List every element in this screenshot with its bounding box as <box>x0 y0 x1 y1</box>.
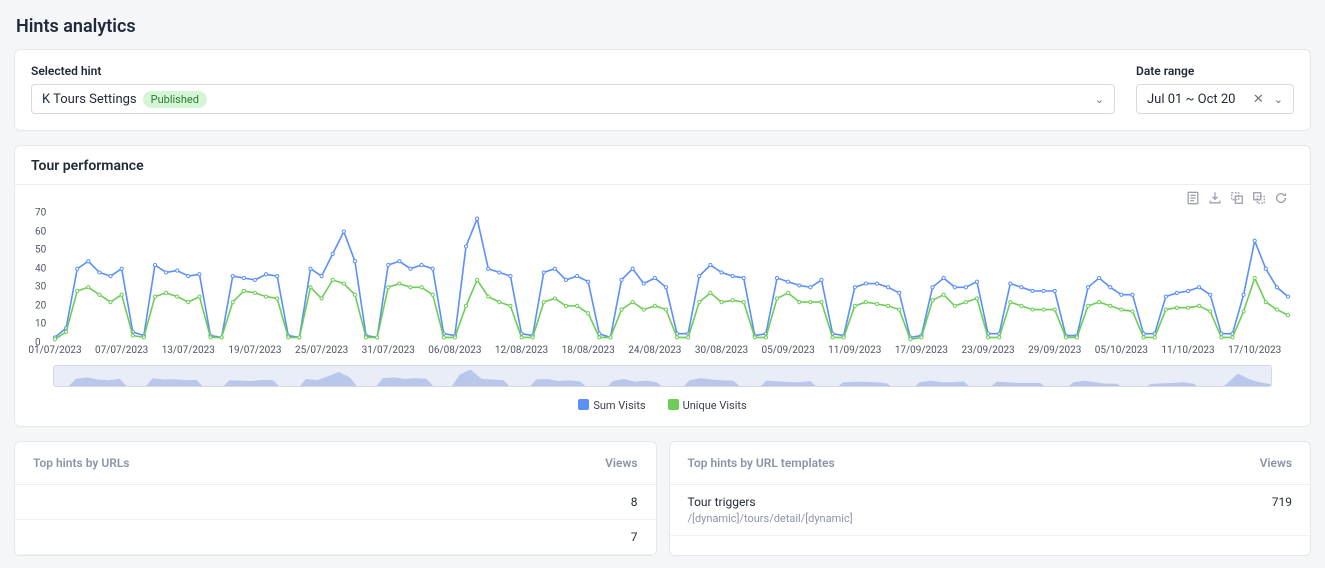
y-tick: 60 <box>35 226 46 237</box>
reset-zoom-icon[interactable] <box>1252 191 1266 208</box>
row-views: 719 <box>1272 495 1292 525</box>
y-tick: 10 <box>35 319 46 330</box>
table-views-header: Views <box>1260 456 1292 470</box>
table-row[interactable]: 8 <box>15 485 656 520</box>
x-tick: 05/10/2023 <box>1095 345 1148 356</box>
x-tick: 24/08/2023 <box>628 345 681 356</box>
table-views-header: Views <box>605 456 637 470</box>
x-tick: 12/08/2023 <box>495 345 548 356</box>
legend-sum-label: Sum Visits <box>593 399 645 412</box>
table-row[interactable]: Tour triggers /[dynamic]/tours/detail/[dy… <box>670 485 1311 536</box>
x-tick: 11/10/2023 <box>1161 345 1214 356</box>
date-range-value: Jul 01 ~ Oct 20 <box>1147 92 1235 107</box>
x-tick: 11/09/2023 <box>828 345 881 356</box>
x-tick: 19/07/2023 <box>228 345 281 356</box>
refresh-icon[interactable] <box>1274 191 1288 208</box>
y-tick: 40 <box>35 263 46 274</box>
chart-title: Tour performance <box>15 146 1310 185</box>
x-tick: 18/08/2023 <box>562 345 615 356</box>
chart-toolbar <box>1186 191 1288 208</box>
chevron-down-icon: ⌄ <box>1274 93 1283 106</box>
row-views: 8 <box>631 495 638 509</box>
x-tick: 17/09/2023 <box>895 345 948 356</box>
x-tick: 25/07/2023 <box>295 345 348 356</box>
x-tick: 29/09/2023 <box>1028 345 1081 356</box>
x-tick: 06/08/2023 <box>428 345 481 356</box>
table-row[interactable]: 7 <box>15 520 656 555</box>
range-brush[interactable] <box>53 365 1272 387</box>
x-tick: 31/07/2023 <box>362 345 415 356</box>
x-tick: 30/08/2023 <box>695 345 748 356</box>
chart-card: Tour performance 010203040506070 01/07/2… <box>14 145 1311 427</box>
x-tick: 17/10/2023 <box>1228 345 1281 356</box>
row-subtitle: /[dynamic]/tours/detail/[dynamic] <box>688 512 853 525</box>
filter-bar: Selected hint K Tours Settings Published… <box>14 49 1311 131</box>
selected-hint-dropdown[interactable]: K Tours Settings Published ⌄ <box>31 84 1115 114</box>
area-zoom-icon[interactable] <box>1230 191 1244 208</box>
row-views: 7 <box>631 530 638 544</box>
selected-hint-value: K Tours Settings <box>42 92 137 107</box>
top-hints-urls-table: Top hints by URLs Views 8 7 <box>14 441 657 556</box>
date-range-picker[interactable]: Jul 01 ~ Oct 20 ✕ ⌄ <box>1136 84 1294 114</box>
x-tick: 13/07/2023 <box>162 345 215 356</box>
y-tick: 20 <box>35 300 46 311</box>
save-image-icon[interactable] <box>1208 191 1222 208</box>
chart-legend: Sum Visits Unique Visits <box>33 395 1292 414</box>
table-templates-title: Top hints by URL templates <box>688 456 835 470</box>
selected-hint-label: Selected hint <box>31 64 1116 78</box>
unique-visits-swatch <box>668 399 679 410</box>
y-tick: 30 <box>35 282 46 293</box>
table-urls-title: Top hints by URLs <box>33 456 129 470</box>
y-tick: 70 <box>35 208 46 219</box>
line-chart[interactable]: 010203040506070 <box>55 213 1288 343</box>
chevron-down-icon: ⌄ <box>1095 93 1104 106</box>
x-tick: 01/07/2023 <box>28 345 81 356</box>
page-title: Hints analytics <box>16 16 1309 37</box>
date-range-label: Date range <box>1136 64 1294 78</box>
clear-date-icon[interactable]: ✕ <box>1249 92 1268 107</box>
y-tick: 50 <box>35 245 46 256</box>
row-title: Tour triggers <box>688 495 853 509</box>
data-view-icon[interactable] <box>1186 191 1200 208</box>
legend-unique-label: Unique Visits <box>683 399 747 412</box>
x-tick: 07/07/2023 <box>95 345 148 356</box>
sum-visits-swatch <box>578 399 589 410</box>
status-badge: Published <box>143 91 207 108</box>
x-tick: 23/09/2023 <box>961 345 1014 356</box>
top-hints-templates-table: Top hints by URL templates Views Tour tr… <box>669 441 1312 556</box>
x-tick: 05/09/2023 <box>762 345 815 356</box>
